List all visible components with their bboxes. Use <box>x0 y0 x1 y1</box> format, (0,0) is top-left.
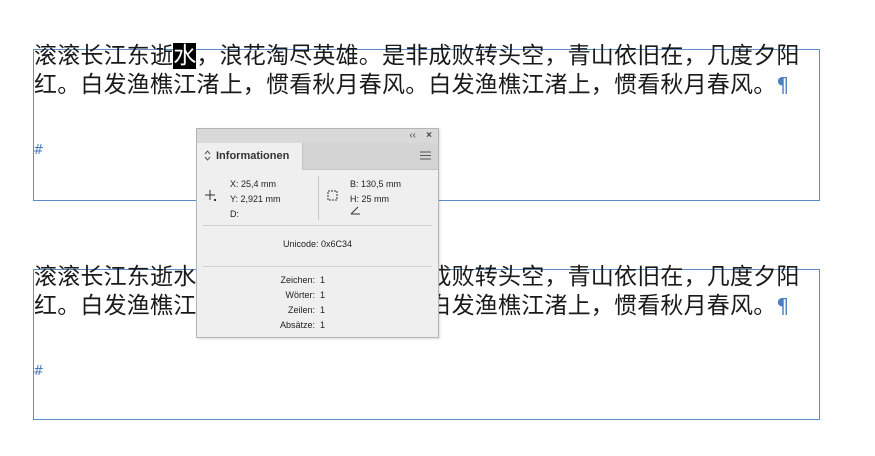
x-value: X: 25,4 mm <box>230 179 277 189</box>
count-labels: Zeichen: Wörter: Zeilen: Absätze: <box>257 273 315 333</box>
unicode-readout: Unicode: 0x6C34 <box>282 239 353 249</box>
frame1-text[interactable]: 滚滚长江东逝水，浪花淘尽英雄。是非成败转头空，青山依旧在，几度夕阳红。白发渔樵江… <box>34 42 804 100</box>
sort-arrows-icon[interactable] <box>204 150 211 163</box>
close-panel-icon[interactable]: × <box>426 129 432 143</box>
words-label: Wörter: <box>285 290 315 300</box>
selected-character[interactable]: 水 <box>173 43 197 69</box>
divider <box>318 176 319 220</box>
info-panel: ‹‹ × Informationen X: 25,4 mm Y: 2,921 m… <box>196 128 439 338</box>
angle-icon <box>350 206 361 218</box>
size-readout: B: 130,5 mm H: 25 mm <box>350 177 401 207</box>
pilcrow-mark: ¶ <box>776 294 790 318</box>
pilcrow-mark: ¶ <box>776 73 790 97</box>
paragraphs-label: Absätze: <box>279 320 315 330</box>
words-value: 1 <box>320 290 326 300</box>
width-value: B: 130,5 mm <box>350 179 402 189</box>
tab-label: Informationen <box>216 150 290 162</box>
bounding-box-icon <box>326 189 340 203</box>
position-readout: X: 25,4 mm Y: 2,921 mm D: <box>230 177 281 222</box>
panel-menu-icon[interactable] <box>420 151 431 161</box>
collapse-panel-icon[interactable]: ‹‹ <box>409 129 416 143</box>
characters-label: Zeichen: <box>280 275 315 285</box>
y-value: Y: 2,921 mm <box>230 194 281 204</box>
crosshair-icon <box>204 189 218 203</box>
divider <box>203 266 432 267</box>
end-of-story-mark: # <box>33 364 44 379</box>
tab-informationen[interactable]: Informationen <box>197 143 303 170</box>
count-values: 1 1 1 1 <box>320 273 325 333</box>
lines-value: 1 <box>320 305 326 315</box>
end-of-story-mark: # <box>33 143 44 158</box>
characters-value: 1 <box>320 275 326 285</box>
height-value: H: 25 mm <box>350 194 390 204</box>
d-value: D: <box>230 209 239 219</box>
divider <box>203 225 432 226</box>
lines-label: Zeilen: <box>287 305 315 315</box>
panel-titlebar[interactable]: ‹‹ × <box>197 129 438 144</box>
paragraphs-value: 1 <box>320 320 326 330</box>
text-before-selection: 滚滚长江东逝 <box>34 43 174 69</box>
panel-tabbar: Informationen <box>197 143 438 170</box>
